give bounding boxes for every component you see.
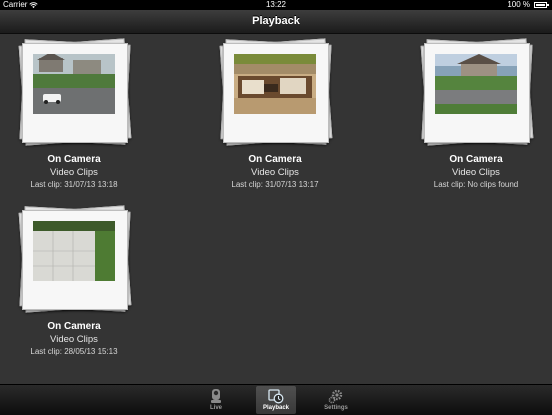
camera-subtitle: Video Clips (452, 167, 500, 178)
status-bar: Carrier 13:22 100 % (0, 0, 552, 10)
camera-title: On Camera (47, 154, 101, 165)
camera-icon (211, 389, 221, 403)
photo-stack (420, 38, 534, 146)
playback-icon (268, 389, 284, 404)
tab-bar: Live Playback Settings (0, 384, 552, 415)
tab-label: Playback (262, 405, 290, 411)
camera-thumbnail (33, 54, 115, 114)
clock: 13:22 (265, 0, 287, 9)
battery-icon (534, 2, 549, 8)
camera-tile[interactable]: On Camera Video Clips Last clip: 31/07/1… (200, 38, 350, 210)
last-clip: Last clip: 31/07/13 13:18 (30, 180, 118, 189)
tab-live[interactable]: Live (196, 386, 236, 414)
camera-tile[interactable]: On Camera Video Clips Last clip: 31/07/1… (0, 38, 149, 210)
page-title: Playback (252, 15, 300, 27)
camera-title: On Camera (449, 154, 503, 165)
last-clip: Last clip: 28/05/13 15:13 (30, 347, 118, 356)
camera-subtitle: Video Clips (50, 334, 98, 345)
camera-subtitle: Video Clips (251, 167, 299, 178)
tab-label: Live (209, 405, 222, 411)
last-clip: Last clip: No clips found (433, 180, 519, 189)
battery-percent: 100 % (507, 0, 530, 9)
tab-settings[interactable]: Settings (316, 386, 356, 414)
camera-thumbnail (234, 54, 316, 114)
camera-tile[interactable]: On Camera Video Clips Last clip: 28/05/1… (0, 205, 149, 377)
camera-thumbnail (33, 221, 115, 281)
photo-stack (18, 205, 132, 313)
last-clip: Last clip: 31/07/13 13:17 (231, 180, 319, 189)
photo-stack (18, 38, 132, 146)
gear-icon (328, 389, 343, 404)
camera-thumbnail (435, 54, 517, 114)
camera-title: On Camera (248, 154, 302, 165)
tab-label: Settings (324, 405, 348, 411)
nav-bar: Playback (0, 10, 552, 34)
camera-tile[interactable]: On Camera Video Clips Last clip: No clip… (401, 38, 551, 210)
tab-playback[interactable]: Playback (256, 386, 296, 414)
photo-stack (219, 38, 333, 146)
camera-title: On Camera (47, 321, 101, 332)
camera-subtitle: Video Clips (50, 167, 98, 178)
